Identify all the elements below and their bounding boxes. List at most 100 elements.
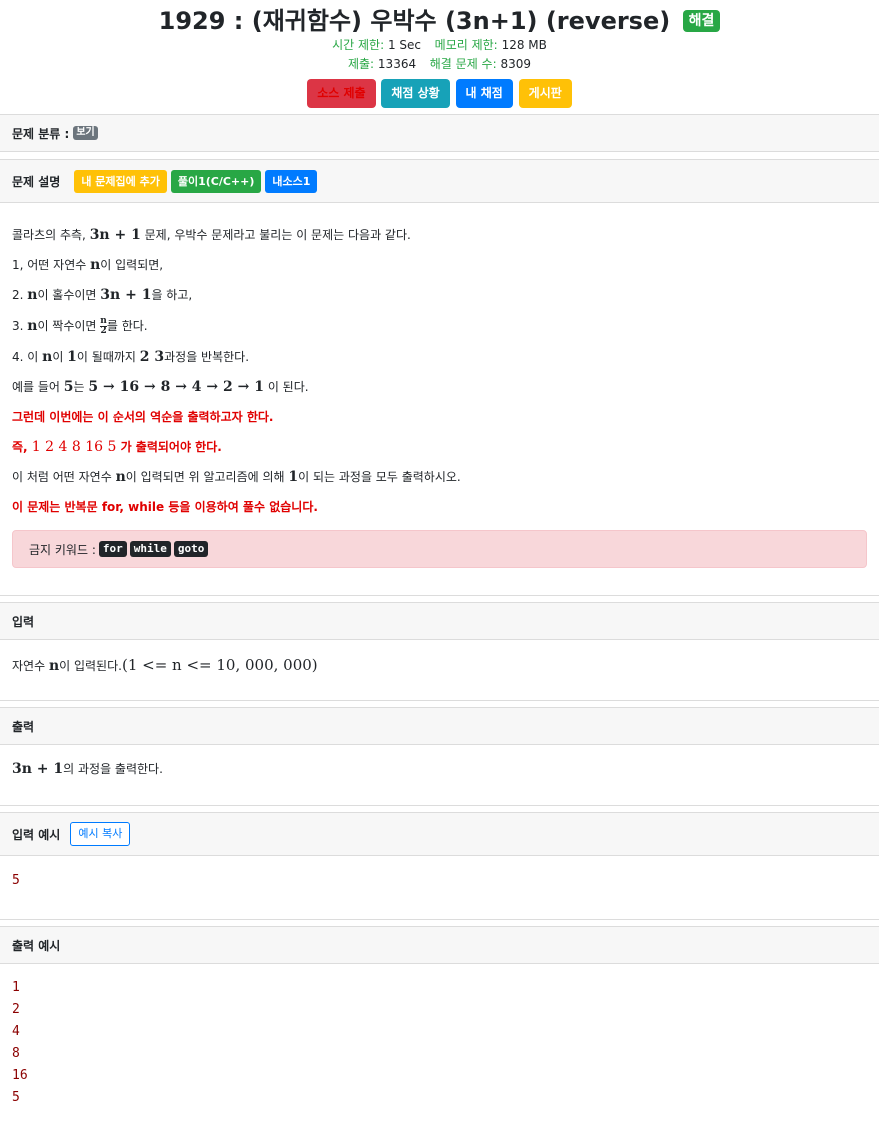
sample-output-line: 1 bbox=[12, 980, 20, 995]
problem-title: 1929 : (재귀함수) 우박수 (3n+1) (reverse) bbox=[158, 7, 671, 35]
sample-input-label: 입력 예시 bbox=[12, 827, 61, 842]
math-range: (1 <= n <= 10, 000, 000) bbox=[121, 656, 318, 674]
sample-output-line: 8 bbox=[12, 1046, 20, 1061]
sample-output-line: 16 bbox=[12, 1068, 28, 1083]
add-to-my-problemset-button[interactable]: 내 문제집에 추가 bbox=[74, 169, 167, 193]
sample-output-label: 출력 예시 bbox=[12, 938, 61, 953]
math: 2 3 bbox=[139, 349, 165, 365]
category-view-button[interactable]: 보기 bbox=[73, 126, 98, 140]
text: 2. bbox=[12, 288, 28, 302]
sample-input-section-header: 입력 예시 예시 복사 bbox=[0, 812, 879, 856]
desc-line-3: 2. n이 홀수이면 3n + 1을 하고, bbox=[12, 280, 867, 310]
page-title: 1929 : (재귀함수) 우박수 (3n+1) (reverse) 해결 bbox=[0, 6, 879, 36]
desc-line-5: 4. 이 n이 1이 될때까지 2 3과정을 반복한다. bbox=[12, 342, 867, 372]
text: 이 처럼 어떤 자연수 bbox=[12, 470, 116, 484]
text: 4. 이 bbox=[12, 350, 43, 364]
judge-status-button[interactable]: 채점 상황 bbox=[381, 79, 450, 108]
math: 3n + 1 bbox=[89, 227, 141, 243]
text: 이 짝수이면 bbox=[37, 319, 101, 333]
desc-line-9: 이 처럼 어떤 자연수 n이 입력되면 위 알고리즘에 의해 1이 되는 과정을… bbox=[12, 462, 867, 492]
math: n bbox=[27, 318, 38, 334]
text: 이 bbox=[52, 350, 68, 364]
solved-count-label: 해결 문제 수: bbox=[429, 57, 497, 71]
text: 1, 어떤 자연수 bbox=[12, 258, 91, 272]
math: 5 → 16 → 8 → 4 → 2 → 1 bbox=[88, 379, 264, 395]
limits-row: 시간 제한: 1 Sec 메모리 제한: 128 MB bbox=[0, 36, 879, 55]
text: 이 될때까지 bbox=[76, 350, 140, 364]
time-limit-value: 1 Sec bbox=[387, 38, 422, 52]
text: 가 출력되어야 한다. bbox=[116, 440, 222, 454]
submit-count-label: 제출: bbox=[347, 57, 375, 71]
text: 이 홀수이면 bbox=[37, 288, 101, 302]
text: 콜라츠의 추측, bbox=[12, 228, 90, 242]
problem-header: 1929 : (재귀함수) 우박수 (3n+1) (reverse) 해결 시간… bbox=[0, 0, 879, 109]
math: n bbox=[90, 257, 101, 273]
text: 자연수 bbox=[12, 659, 49, 673]
sample-output-line: 5 bbox=[12, 1090, 20, 1105]
my-submissions-button[interactable]: 내 채점 bbox=[455, 79, 513, 108]
submit-count-value: 13364 bbox=[377, 57, 417, 71]
memory-limit-value: 128 MB bbox=[501, 38, 547, 52]
math: 5 bbox=[63, 379, 74, 395]
keyword-for: for bbox=[98, 541, 127, 557]
desc-line-4: 3. n이 짝수이면 n2를 한다. bbox=[12, 310, 867, 342]
math: n bbox=[48, 658, 60, 674]
solved-count-value: 8309 bbox=[500, 57, 532, 71]
sample-output-section-header: 출력 예시 bbox=[0, 926, 879, 964]
text: 즉, bbox=[12, 440, 32, 454]
stats-row: 제출: 13364 해결 문제 수: 8309 bbox=[0, 55, 879, 74]
text: 이 입력된다. bbox=[59, 659, 122, 673]
submit-source-button[interactable]: 소스 제출 bbox=[307, 79, 376, 108]
math: n bbox=[115, 469, 126, 485]
math: 1 2 4 8 16 5 bbox=[31, 439, 117, 455]
forbidden-label: 금지 키워드 : bbox=[29, 542, 96, 557]
desc-line-7: 그런데 이번에는 이 순서의 역순을 출력하고자 한다. bbox=[12, 410, 274, 424]
text: 문제, 우박수 문제라고 불리는 이 문제는 다음과 같다. bbox=[140, 228, 411, 242]
input-section-header: 입력 bbox=[0, 602, 879, 640]
desc-line-2: 1, 어떤 자연수 n이 입력되면, bbox=[12, 250, 867, 280]
text: 의 과정을 출력한다. bbox=[63, 762, 163, 776]
keyword-while: while bbox=[129, 541, 171, 557]
my-source-button[interactable]: 내소스1 bbox=[265, 169, 318, 193]
math: n bbox=[27, 287, 38, 303]
sample-output-line: 4 bbox=[12, 1024, 20, 1039]
output-body: 3n + 1의 과정을 출력한다. bbox=[0, 745, 879, 805]
action-buttons: 소스 제출 채점 상황 내 채점 게시판 bbox=[0, 79, 879, 109]
sample-input-body: 5 bbox=[0, 856, 879, 919]
math: 1 bbox=[288, 469, 299, 485]
desc-line-1: 콜라츠의 추측, 3n + 1 문제, 우박수 문제라고 불리는 이 문제는 다… bbox=[12, 220, 867, 250]
keyword-goto: goto bbox=[173, 541, 209, 557]
forbidden-keywords-alert: 금지 키워드 : for while goto bbox=[12, 530, 867, 568]
math: 3n + 1 bbox=[100, 287, 152, 303]
desc-line-6: 예를 들어 5는 5 → 16 → 8 → 4 → 2 → 1 이 된다. bbox=[12, 372, 867, 402]
desc-line-10: 이 문제는 반복문 for, while 등을 이용하여 풀수 없습니다. bbox=[12, 500, 318, 514]
text: 을 하고, bbox=[151, 288, 193, 302]
math: 1 bbox=[67, 349, 77, 365]
input-desc: 자연수 n이 입력된다.(1 <= n <= 10, 000, 000) bbox=[12, 650, 867, 680]
solution-c-cpp-button[interactable]: 풀이1(C/C++) bbox=[170, 169, 262, 193]
math: 3n + 1 bbox=[12, 761, 64, 777]
board-button[interactable]: 게시판 bbox=[518, 79, 572, 108]
text: 이 입력되면, bbox=[100, 258, 164, 272]
text: 를 한다. bbox=[106, 319, 148, 333]
memory-limit-label: 메모리 제한: bbox=[434, 38, 498, 52]
input-body: 자연수 n이 입력된다.(1 <= n <= 10, 000, 000) bbox=[0, 640, 879, 700]
output-label: 출력 bbox=[12, 719, 35, 734]
text: 3. bbox=[12, 319, 28, 333]
input-label: 입력 bbox=[12, 614, 35, 629]
text: 이 입력되면 위 알고리즘에 의해 bbox=[125, 470, 289, 484]
description-body: 콜라츠의 추측, 3n + 1 문제, 우박수 문제라고 불리는 이 문제는 다… bbox=[0, 203, 879, 568]
text: 는 bbox=[73, 380, 89, 394]
text: 이 된다. bbox=[264, 380, 309, 394]
text: 이 되는 과정을 모두 출력하시오. bbox=[298, 470, 461, 484]
time-limit-label: 시간 제한: bbox=[332, 38, 385, 52]
sample-output-body: 1 2 4 8 16 5 bbox=[0, 964, 879, 1109]
sample-input-line: 5 bbox=[12, 873, 20, 888]
category-section: 문제 분류 : 보기 bbox=[0, 114, 879, 152]
description-section-header: 문제 설명 내 문제집에 추가 풀이1(C/C++) 내소스1 bbox=[0, 159, 879, 203]
copy-sample-button[interactable]: 예시 복사 bbox=[70, 822, 131, 846]
description-label: 문제 설명 bbox=[12, 174, 61, 189]
text: 예를 들어 bbox=[12, 380, 64, 394]
output-desc: 3n + 1의 과정을 출력한다. bbox=[12, 754, 867, 784]
output-section-header: 출력 bbox=[0, 707, 879, 745]
